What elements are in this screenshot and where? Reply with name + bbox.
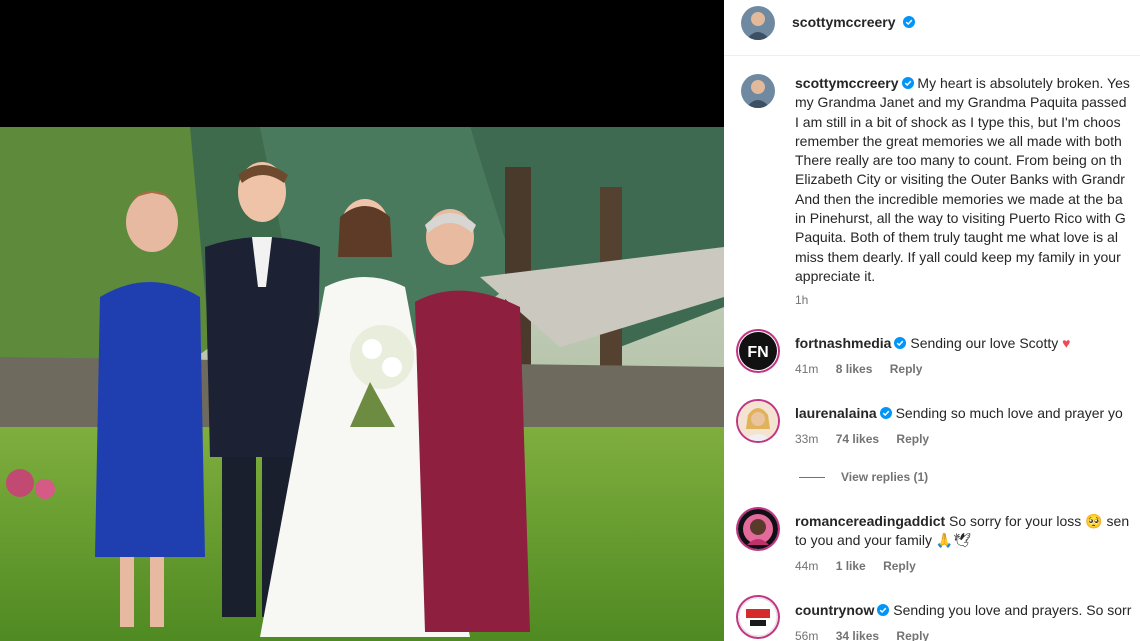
- comment-text: So sorry for your loss: [949, 513, 1086, 529]
- author-username[interactable]: scottymccreery: [792, 14, 896, 30]
- commenter-avatar[interactable]: [738, 509, 778, 549]
- replies-divider: [799, 477, 825, 479]
- caption-line: Paquita. Both of them truly taught me wh…: [795, 229, 1118, 246]
- comment-likes[interactable]: 74 likes: [836, 432, 879, 446]
- comment-text: Sending you love and prayers. So sorr: [893, 602, 1132, 618]
- caption-line: remember the great memories we all made …: [795, 132, 1122, 149]
- comment-text-continued: sen: [1102, 513, 1130, 529]
- reply-button[interactable]: Reply: [883, 559, 916, 573]
- comment-likes[interactable]: 1 like: [836, 559, 866, 573]
- comment-text: Sending our love Scotty: [910, 335, 1063, 351]
- comment-meta: 56m 34 likes Reply: [795, 629, 943, 641]
- comment-time[interactable]: 56m: [795, 629, 818, 641]
- caption-author-avatar[interactable]: [741, 74, 775, 108]
- comment-username[interactable]: laurenalaina: [795, 405, 877, 421]
- avatar-image: [741, 6, 775, 40]
- fn-logo-avatar: FN: [739, 332, 777, 370]
- comment-meta: 41m 8 likes Reply: [795, 362, 936, 376]
- comment-username[interactable]: countrynow: [795, 602, 874, 618]
- view-replies-button[interactable]: View replies (1): [799, 470, 928, 484]
- caption-line: And then the incredible memories we made…: [795, 190, 1123, 207]
- post-sidebar: scottymccreery scottymccreery My heart i…: [724, 0, 1140, 641]
- caption-timestamp[interactable]: 1h: [795, 291, 1140, 310]
- comment-text-line: to you and your family 🙏🕊: [795, 532, 972, 548]
- comment-username[interactable]: romancereadingaddict: [795, 513, 945, 529]
- reply-button[interactable]: Reply: [896, 432, 929, 446]
- verified-badge-icon: [879, 407, 892, 419]
- comment-username[interactable]: fortnashmedia: [795, 335, 891, 351]
- comment-text-line: romancereadingaddict So sorry for your l…: [795, 512, 1140, 531]
- comment-meta: 44m 1 like Reply: [795, 559, 930, 573]
- post-photo[interactable]: [0, 127, 724, 641]
- caption-line: appreciate it.: [795, 267, 876, 284]
- svg-text:FN: FN: [747, 344, 768, 361]
- avatar-image: [738, 401, 778, 441]
- avatar-image: [738, 509, 778, 549]
- comment-meta: 33m 74 likes Reply: [795, 432, 943, 446]
- post-header: scottymccreery: [724, 0, 1140, 56]
- wedding-photo-image: [0, 127, 724, 641]
- reply-button[interactable]: Reply: [896, 629, 929, 641]
- avatar-image: [741, 74, 775, 108]
- comment-text-line: countrynow Sending you love and prayers.…: [795, 601, 1140, 620]
- commenter-avatar[interactable]: FN: [738, 331, 778, 371]
- caption-line: Elizabeth City or visiting the Outer Ban…: [795, 171, 1125, 188]
- caption-username[interactable]: scottymccreery: [795, 75, 899, 91]
- caption-line: miss them dearly. If yall could keep my …: [795, 248, 1121, 265]
- caption-line: scottymccreery My heart is absolutely br…: [795, 74, 1140, 93]
- comment-likes[interactable]: 34 likes: [836, 629, 879, 641]
- comment-text-line: laurenalaina Sending so much love and pr…: [795, 404, 1140, 423]
- commenter-avatar[interactable]: [738, 597, 778, 637]
- caption-text: My heart is absolutely broken. Yes: [917, 75, 1130, 91]
- reply-button[interactable]: Reply: [890, 362, 923, 376]
- commenter-avatar[interactable]: [738, 401, 778, 441]
- verified-badge-icon: [901, 77, 914, 89]
- countrynow-logo-avatar: [738, 597, 778, 637]
- caption-line: There really are too many to count. From…: [795, 152, 1122, 169]
- caption-line: in Pinehurst, all the way to visiting Pu…: [795, 210, 1126, 227]
- pleading-face-emoji-icon: 🥺: [1085, 513, 1103, 529]
- verified-badge-icon: [877, 604, 890, 616]
- verified-badge-icon: [902, 16, 915, 28]
- view-replies-label: View replies (1): [841, 470, 929, 484]
- comment-text-line: fortnashmedia Sending our love Scotty ♥: [795, 334, 1140, 353]
- caption-line: my Grandma Janet and my Grandma Paquita …: [795, 94, 1127, 111]
- caption-line: I am still in a bit of shock as I type t…: [795, 113, 1121, 130]
- comment-time[interactable]: 33m: [795, 432, 818, 446]
- post-photo-pane: [0, 0, 724, 641]
- comment-text: Sending so much love and prayer yo: [895, 405, 1123, 421]
- author-avatar[interactable]: [741, 6, 775, 40]
- comment-likes[interactable]: 8 likes: [836, 362, 873, 376]
- comment-time[interactable]: 41m: [795, 362, 818, 376]
- heart-emoji-icon: ♥: [1062, 335, 1071, 351]
- comment-time[interactable]: 44m: [795, 559, 818, 573]
- verified-badge-icon: [894, 337, 907, 349]
- post-caption: scottymccreery My heart is absolutely br…: [795, 74, 1140, 311]
